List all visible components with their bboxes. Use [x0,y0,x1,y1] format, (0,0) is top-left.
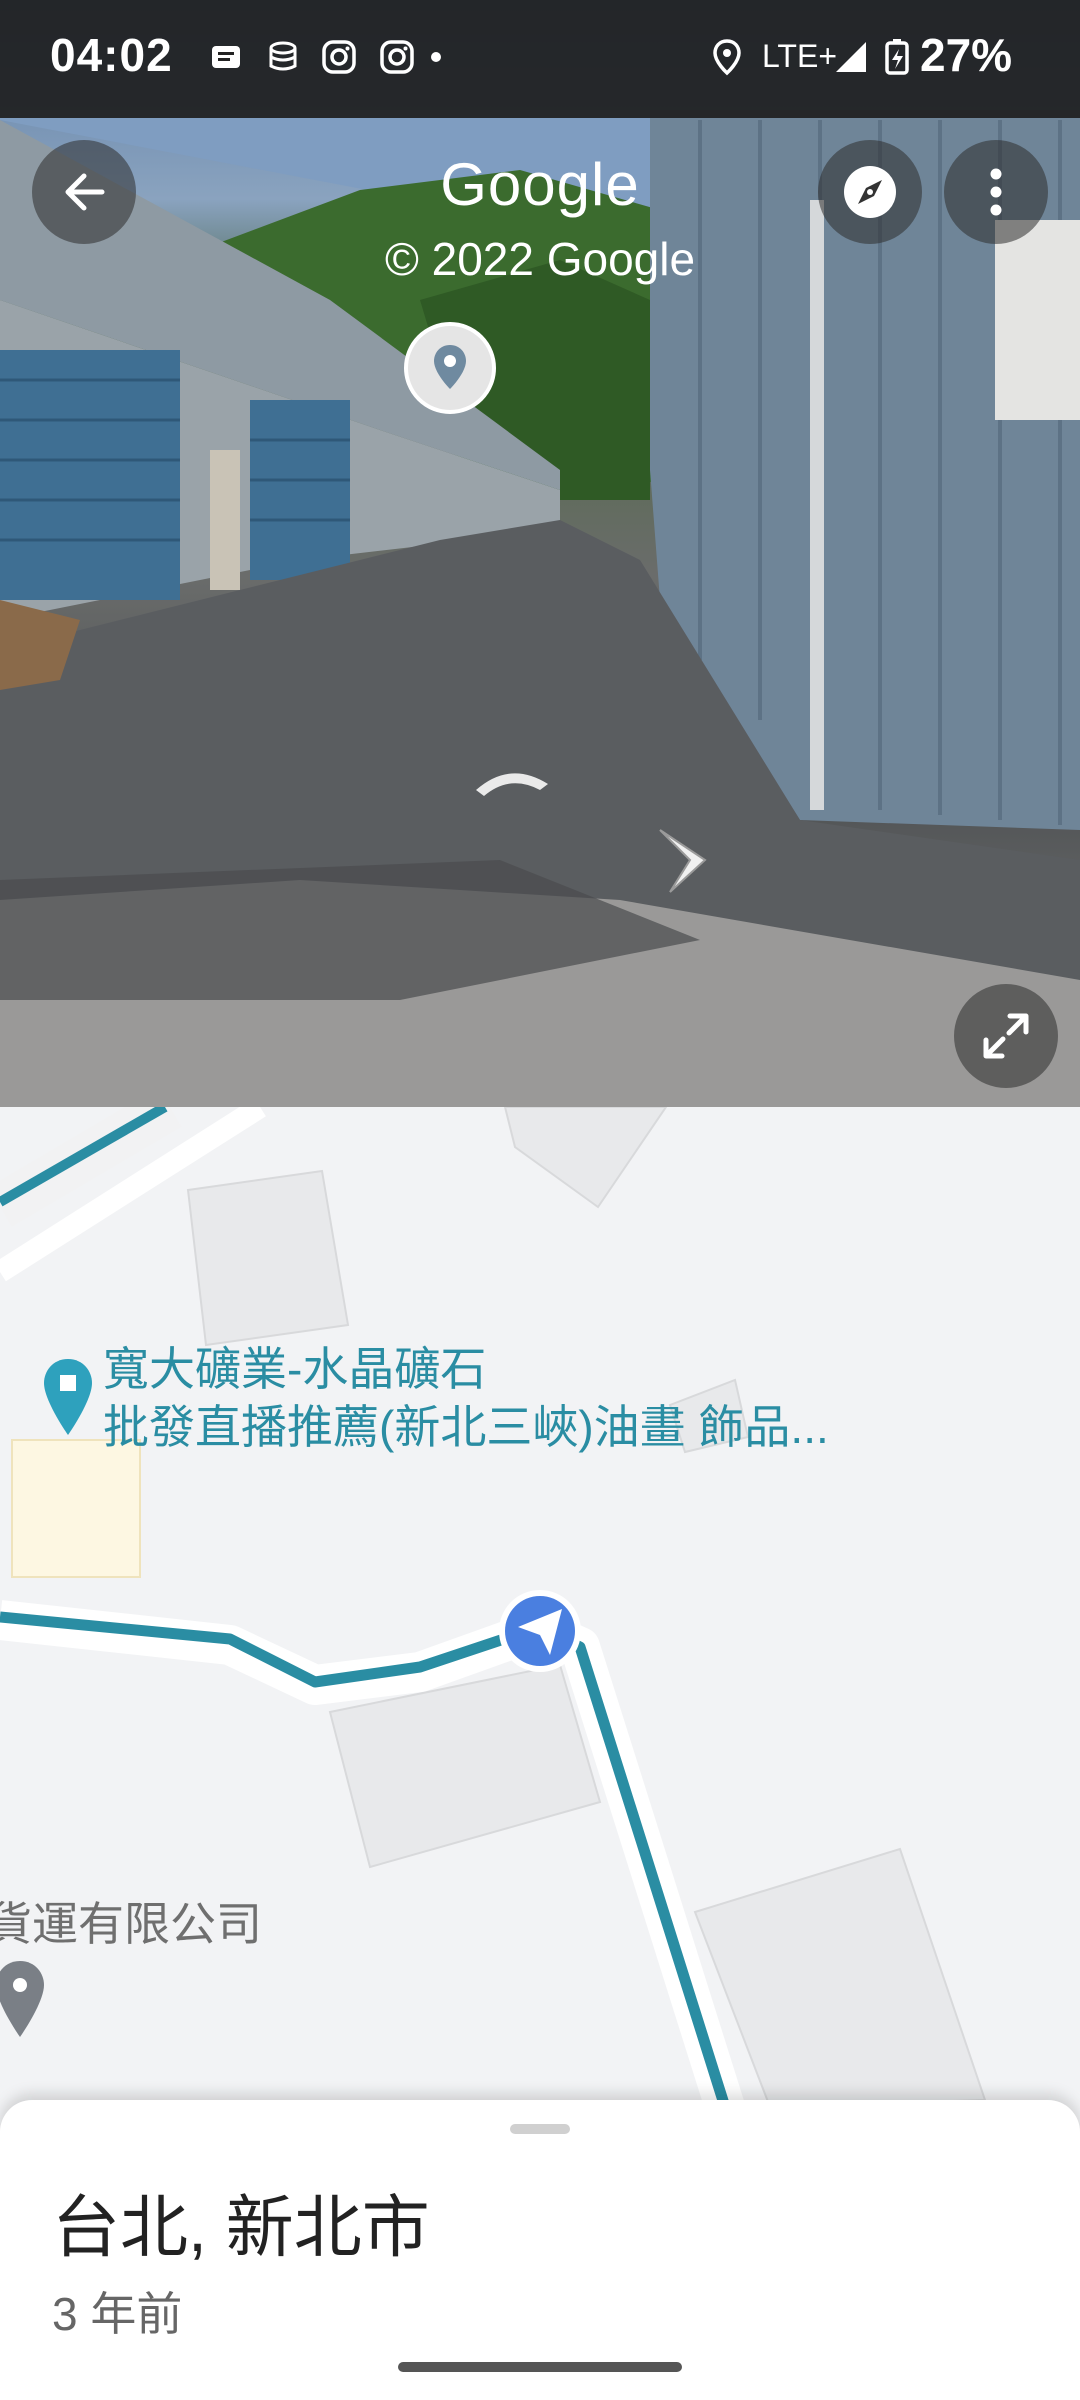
more-options-button[interactable] [944,140,1048,244]
fullscreen-button[interactable] [954,984,1058,1088]
place-title: 台北, 新北市 [52,2190,430,2266]
location-pin-marker[interactable] [404,322,496,414]
poi-label-line-2: 批發直播推薦(新北三峽)油畫 飾品... [103,1401,829,1453]
location-icon [713,39,741,76]
poi-label-crystal[interactable]: 寬大礦業-水晶礦石 批發直播推薦(新北三峽)油畫 飾品... [103,1340,829,1456]
map-pin-icon [434,345,466,389]
poi-label-freight[interactable]: 貨運有限公司 [0,1888,262,1954]
place-info-sheet[interactable]: 台北, 新北市 3 年前 [0,2100,1080,2400]
battery-percentage: 27% [920,29,1013,81]
instagram-icon [322,40,356,74]
poi-pin-icon[interactable] [40,1357,96,1437]
street-view-panorama[interactable]: 04:02 LTE+ 27% Google © 2022 Google [0,0,1080,1107]
expand-icon [983,1013,1029,1059]
instagram-icon [380,40,414,74]
status-time: 04:02 [50,29,173,81]
compass-button[interactable] [818,140,922,244]
dot-icon [431,52,441,62]
status-bar: 04:02 LTE+ 27% [0,0,1080,118]
more-vert-icon [990,168,1002,216]
signal-icon [836,42,866,72]
map-view[interactable]: 寬大礦業-水晶礦石 批發直播推薦(新北三峽)油畫 飾品... 貨運有限公司 [0,1107,1080,2107]
network-type: LTE+ [762,38,837,74]
home-indicator[interactable] [398,2362,682,2372]
poi-label-line-1: 寬大礦業-水晶礦石 [103,1343,487,1395]
database-icon [269,41,297,71]
poi-pin-icon[interactable] [0,1959,48,2039]
compass-icon [844,166,896,218]
copyright-text: © 2022 Google [384,233,696,285]
map-canvas [0,1107,987,2107]
battery-icon [885,39,909,75]
imagery-date: 3 年前 [52,2288,183,2340]
notification-icon [212,46,240,68]
sheet-drag-handle[interactable] [510,2124,570,2134]
